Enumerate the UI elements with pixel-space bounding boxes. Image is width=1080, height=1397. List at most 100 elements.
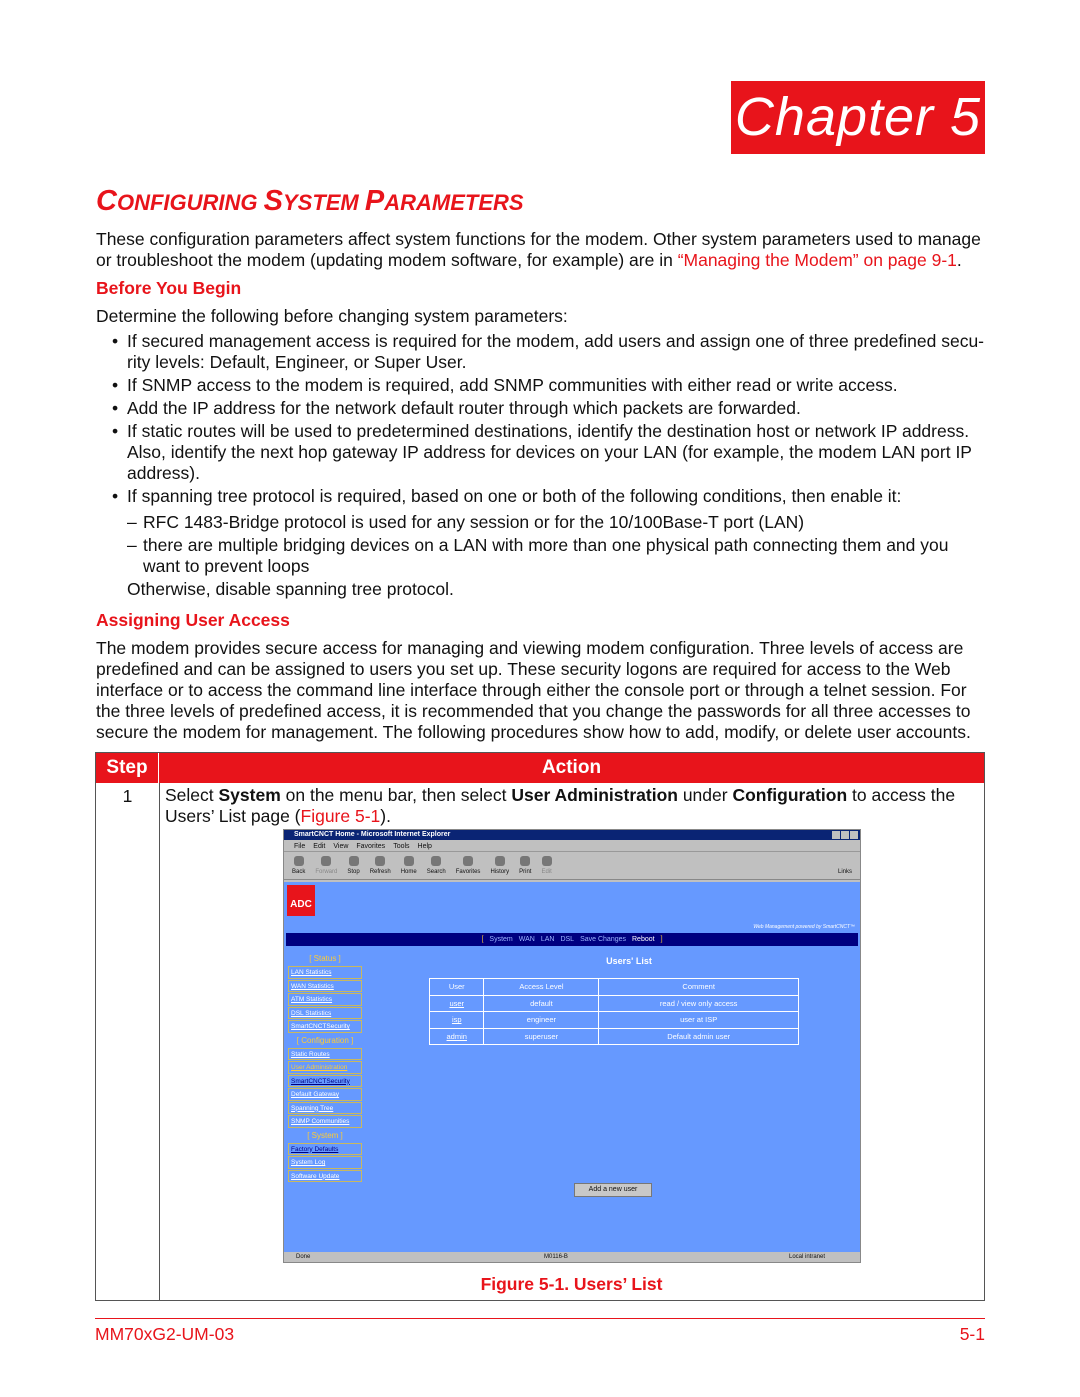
user-link[interactable]: admin [428,1027,485,1045]
back-button[interactable]: Back [292,856,305,877]
assign-paragraph: The modem provides secure access for man… [96,638,971,742]
user-link[interactable]: user [428,994,485,1012]
page-footer: MM70xG2-UM-03 5-1 [95,1318,985,1345]
close-icon [850,831,858,839]
menu-view[interactable]: View [333,842,348,850]
sidebar-item[interactable]: Default Gateway [288,1088,362,1101]
figure-link[interactable]: Figure 5-1 [301,806,381,826]
sidebar-item[interactable]: LAN Statistics [288,966,362,979]
top-nav: [System WAN LAN DSL Save Changes Reboot] [286,933,858,946]
sidebar-item[interactable]: System Log [288,1156,362,1169]
browser-statusbar: Done M0116-B Local intranet [284,1252,860,1262]
chapter-banner: Chapter 5 [731,81,985,154]
stop-icon [348,856,359,866]
action-header: Action [541,757,602,778]
sidebar-item[interactable]: Software Update [288,1169,362,1182]
browser-toolbar: Back Forward Stop Refresh Home Search Fa… [284,852,860,880]
assigning-section: Assigning User Access The modem provides… [96,610,986,743]
nav-reboot[interactable]: Reboot [632,936,655,943]
nav-dsl[interactable]: DSL [560,936,574,943]
stop-button[interactable]: Stop [347,856,360,877]
status-heading: [ Status ] [309,954,341,963]
nav-save-changes[interactable]: Save Changes [580,936,626,943]
sidebar-item[interactable]: SmartCNCTSecurity [288,1074,362,1087]
menu-file[interactable]: File [294,842,305,850]
refresh-icon [375,856,386,866]
dash-item: RFC 1483-Bridge protocol is used for any… [96,512,986,533]
browser-menu: File Edit View Favorites Tools Help [284,840,860,852]
print-icon [520,856,531,866]
add-user-button[interactable]: Add a new user [574,1183,652,1197]
col-user: User [428,978,485,996]
print-button[interactable]: Print [519,856,531,877]
favorites-icon [463,856,474,866]
back-icon [293,856,304,866]
refresh-button[interactable]: Refresh [370,856,391,877]
step-header: Step [96,753,159,783]
action-text: Select System on the menu bar, then sele… [165,785,956,826]
history-icon [494,856,505,866]
nav-wan[interactable]: WAN [519,936,535,943]
page-number: 5-1 [959,1324,985,1344]
history-button[interactable]: History [490,856,509,877]
doc-id: MM70xG2-UM-03 [95,1324,235,1344]
table-row: admin superuser Default admin user [428,1027,799,1045]
sidebar-item[interactable]: SNMP Communities [288,1115,362,1128]
table-row: isp engineer user at ISP [428,1011,799,1029]
system-heading: [ System ] [307,1130,343,1140]
figure-caption: Figure 5-1. Users’ List [480,1274,663,1294]
user-link[interactable]: isp [428,1011,485,1029]
before-lead: Determine the following before changing … [96,306,568,326]
menu-help[interactable]: Help [418,842,432,850]
managing-modem-link[interactable]: “Managing the Modem” on page 9-1 [678,250,957,270]
step-number: 1 [122,786,133,806]
before-heading: Before You Begin [96,278,242,298]
sidebar-item[interactable]: Static Routes [288,1047,362,1060]
intro-paragraph: These configuration parameters affect sy… [96,229,981,270]
search-icon [431,856,442,866]
menu-tools[interactable]: Tools [393,842,409,850]
col-access-level: Access Level [483,978,600,996]
sidebar-item[interactable]: SmartCNCTSecurity [288,1020,362,1033]
sidebar-item[interactable]: DSL Statistics [288,1006,362,1019]
browser-screenshot: SmartCNCT Home - Microsoft Internet Expl… [283,829,861,1263]
search-button[interactable]: Search [427,856,446,877]
sidebar-item[interactable]: ATM Statistics [288,993,362,1006]
col-comment: Comment [598,978,799,996]
favorites-button[interactable]: Favorites [456,856,480,877]
bullet: If spanning tree protocol is required, b… [96,486,986,507]
before-you-begin-section: Before You Begin Determine the following… [96,278,986,600]
sidebar-item[interactable]: WAN Statistics [288,979,362,992]
table-row: user default read / view only access [428,994,799,1012]
bullet: If secured management access is required… [96,331,986,373]
browser-titlebar: SmartCNCT Home - Microsoft Internet Expl… [284,830,860,840]
minimize-icon [832,831,840,839]
configuration-heading: [ Configuration ] [296,1035,354,1045]
web-page: ADC Web Management powered by SmartCNCT™… [284,882,860,1252]
home-button[interactable]: Home [401,856,417,877]
users-list-title: Users' List [606,956,652,966]
sidebar-item[interactable]: Factory Defaults [288,1142,362,1155]
forward-button[interactable]: Forward [315,856,337,877]
links-button[interactable]: Links [838,868,852,877]
sidebar-item-user-administration[interactable]: User Administration [288,1061,362,1074]
sidebar-item[interactable]: Spanning Tree [288,1101,362,1114]
nav-system[interactable]: System [489,936,512,943]
bullet: If static routes will be used to predete… [96,421,986,484]
page-title: CONFIGURING SYSTEM PARAMETERS [96,185,524,217]
users-list: Users' List User Access Level Comment user… [428,956,799,1197]
otherwise-text: Otherwise, disable spanning tree protoco… [127,579,454,599]
menu-favorites[interactable]: Favorites [356,842,385,850]
home-icon [403,856,414,866]
menu-edit[interactable]: Edit [313,842,325,850]
adc-logo: ADC [287,885,315,916]
dash-item: there are multiple bridging devices on a… [96,535,986,577]
edit-button[interactable]: Edit [541,856,552,877]
forward-icon [321,856,332,866]
bullet: If SNMP access to the modem is required,… [96,375,986,396]
edit-icon [541,856,552,866]
nav-lan[interactable]: LAN [541,936,555,943]
assign-heading: Assigning User Access [96,610,290,630]
users-table: User Access Level Comment user default read … [428,978,799,1045]
sidebar: [ Status ] LAN Statistics WAN Statistics… [288,952,362,1183]
